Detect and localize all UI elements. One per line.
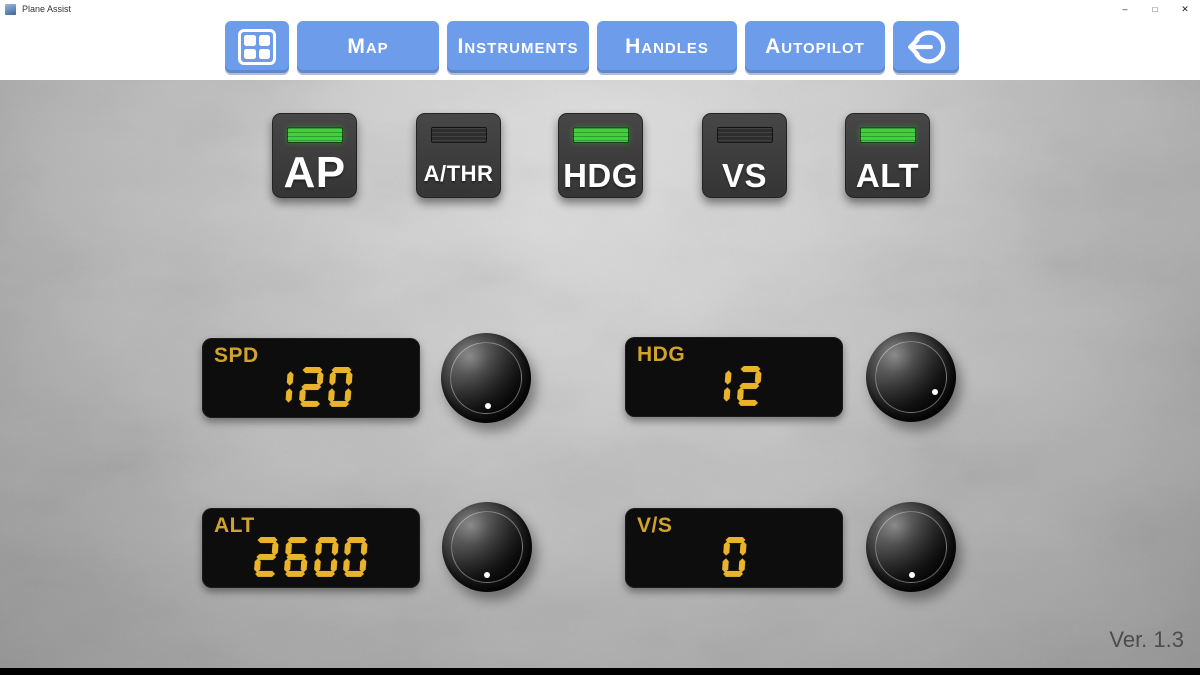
ap-mode-button[interactable]: AP (272, 113, 357, 198)
window-controls: – □ ✕ (1110, 0, 1200, 18)
hdg-knob[interactable] (866, 332, 956, 422)
window-title: Plane Assist (22, 4, 71, 14)
vs-knob[interactable] (866, 502, 956, 592)
spd-display-value (202, 367, 420, 407)
vs-mode-button[interactable]: VS (702, 113, 787, 198)
hdg-display-panel: HDG (625, 337, 843, 417)
athr-lamp-indicator (431, 127, 487, 143)
version-label: Ver. 1.3 (1109, 627, 1184, 653)
alt-display-panel: ALT (202, 508, 420, 588)
alt-knob[interactable] (442, 502, 532, 592)
spd-display-panel: SPD (202, 338, 420, 418)
alt-mode-button[interactable]: ALT (845, 113, 930, 198)
tab-handles[interactable]: Handles (597, 21, 737, 73)
spd-display-label: SPD (214, 344, 259, 368)
close-icon[interactable]: ✕ (1170, 0, 1200, 18)
vs-lamp-indicator (717, 127, 773, 143)
tab-autopilot[interactable]: Autopilot (745, 21, 885, 73)
vs-display-value (625, 537, 843, 577)
vs-mode-label: VS (722, 159, 767, 197)
ap-mode-label: AP (283, 151, 345, 197)
autopilot-page: AP A/THR HDG VS ALT SPD HDG (0, 80, 1200, 668)
hdg-display-value (625, 366, 843, 406)
athr-mode-button[interactable]: A/THR (416, 113, 501, 198)
tab-instruments-label: Instruments (458, 35, 579, 59)
tab-map-label: Map (347, 35, 388, 59)
ap-lamp-indicator (287, 127, 343, 143)
alt-display-label: ALT (214, 514, 255, 538)
alt-lamp-indicator (860, 127, 916, 143)
app-icon (5, 4, 16, 15)
hdg-lamp-indicator (573, 127, 629, 143)
vs-display-label: V/S (637, 514, 672, 538)
tab-handles-label: Handles (625, 35, 709, 59)
hdg-mode-button[interactable]: HDG (558, 113, 643, 198)
logout-icon (903, 24, 949, 70)
exit-button[interactable] (893, 21, 959, 73)
spd-knob[interactable] (441, 333, 531, 423)
vs-display-panel: V/S (625, 508, 843, 588)
tab-instruments[interactable]: Instruments (447, 21, 589, 73)
top-navbar: Map Instruments Handles Autopilot (0, 18, 1200, 80)
menu-button[interactable] (225, 21, 289, 73)
athr-mode-label: A/THR (424, 163, 494, 197)
hdg-mode-label: HDG (563, 159, 638, 197)
grid-menu-icon (238, 29, 276, 65)
maximize-icon[interactable]: □ (1140, 0, 1170, 18)
app-window: Plane Assist – □ ✕ Map Instruments Handl… (0, 0, 1200, 675)
tab-autopilot-label: Autopilot (765, 35, 865, 59)
alt-mode-label: ALT (856, 159, 919, 197)
tab-map[interactable]: Map (297, 21, 439, 73)
window-titlebar: Plane Assist – □ ✕ (0, 0, 1200, 18)
bottom-letterbox-bar (0, 668, 1200, 675)
hdg-display-label: HDG (637, 343, 685, 367)
minimize-icon[interactable]: – (1110, 0, 1140, 18)
alt-display-value (202, 537, 420, 577)
